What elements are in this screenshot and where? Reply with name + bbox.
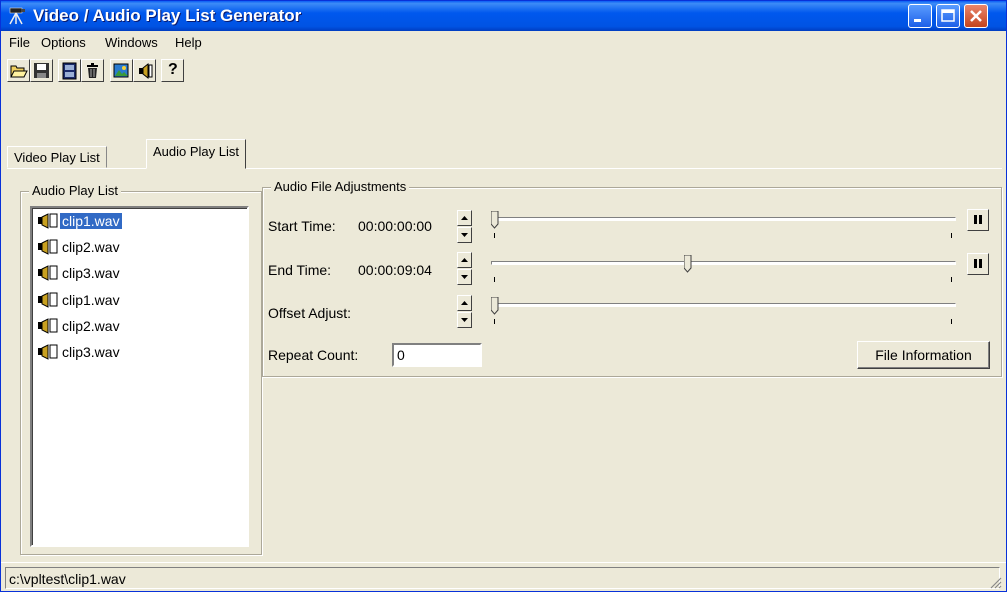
audio-file-icon bbox=[38, 292, 58, 308]
minimize-button[interactable] bbox=[908, 4, 932, 28]
audio-file-icon bbox=[38, 213, 58, 229]
arrow-down-icon bbox=[461, 233, 468, 237]
video-clip-icon bbox=[62, 62, 77, 80]
offset-slider[interactable] bbox=[491, 297, 956, 327]
spin-up-button[interactable] bbox=[457, 295, 472, 311]
audio-file-icon bbox=[38, 318, 58, 334]
menu-windows[interactable]: Windows bbox=[105, 35, 158, 50]
list-item[interactable]: clip1.wav bbox=[35, 211, 247, 231]
end-time-spinner[interactable] bbox=[457, 252, 472, 285]
adjustments-group-title: Audio File Adjustments bbox=[271, 179, 410, 194]
offset-adjust-label: Offset Adjust: bbox=[268, 305, 352, 321]
open-folder-icon bbox=[10, 65, 28, 78]
status-bar: c:\vpltest\clip1.wav bbox=[1, 562, 1006, 591]
end-pause-button[interactable] bbox=[967, 253, 989, 275]
arrow-down-icon bbox=[461, 275, 468, 279]
maximize-icon bbox=[941, 9, 955, 22]
repeat-count-input[interactable]: 0 bbox=[392, 343, 482, 367]
status-path: c:\vpltest\clip1.wav bbox=[5, 567, 1000, 589]
list-item-label: clip1.wav bbox=[60, 213, 122, 229]
help-button[interactable]: ? bbox=[161, 59, 184, 82]
open-button[interactable] bbox=[7, 59, 30, 82]
audio-button[interactable] bbox=[133, 59, 156, 82]
end-time-value[interactable]: 00:00:09:04 bbox=[358, 262, 432, 278]
audio-file-icon bbox=[38, 344, 58, 360]
slider-tick bbox=[494, 319, 495, 324]
tab-label: Audio Play List bbox=[153, 144, 239, 159]
repeat-count-label: Repeat Count: bbox=[268, 347, 359, 363]
menu-help[interactable]: Help bbox=[175, 35, 202, 50]
list-item[interactable]: clip3.wav bbox=[35, 263, 247, 283]
app-window: Video / Audio Play List Generator File O… bbox=[0, 0, 1007, 592]
spin-down-button[interactable] bbox=[457, 312, 472, 328]
spin-up-button[interactable] bbox=[457, 252, 472, 268]
slider-track bbox=[491, 261, 956, 265]
close-button[interactable] bbox=[964, 4, 988, 28]
delete-button[interactable] bbox=[81, 59, 104, 82]
maximize-button[interactable] bbox=[936, 4, 960, 28]
audio-file-icon bbox=[38, 265, 58, 281]
slider-thumb[interactable] bbox=[491, 297, 499, 315]
minimize-icon bbox=[914, 19, 921, 22]
start-time-label: Start Time: bbox=[268, 218, 336, 234]
arrow-up-icon bbox=[461, 258, 468, 262]
start-time-value[interactable]: 00:00:00:00 bbox=[358, 218, 432, 234]
start-pause-button[interactable] bbox=[967, 209, 989, 231]
slider-tick bbox=[951, 233, 952, 238]
window-title: Video / Audio Play List Generator bbox=[33, 6, 302, 25]
list-item[interactable]: clip2.wav bbox=[35, 316, 247, 336]
spin-up-button[interactable] bbox=[457, 210, 472, 226]
offset-spinner[interactable] bbox=[457, 295, 472, 328]
end-time-slider[interactable] bbox=[491, 255, 956, 285]
list-item[interactable]: clip3.wav bbox=[35, 342, 247, 362]
toolbar: ? bbox=[1, 54, 1006, 88]
close-icon bbox=[970, 10, 982, 22]
arrow-up-icon bbox=[461, 216, 468, 220]
arrow-down-icon bbox=[461, 318, 468, 322]
title-bar[interactable]: Video / Audio Play List Generator bbox=[1, 1, 1006, 31]
list-item-label: clip3.wav bbox=[62, 265, 120, 281]
slider-track bbox=[491, 303, 956, 307]
spin-down-button[interactable] bbox=[457, 227, 472, 243]
start-time-spinner[interactable] bbox=[457, 210, 472, 243]
picture-button[interactable] bbox=[110, 59, 133, 82]
audio-file-icon bbox=[38, 239, 58, 255]
menu-file[interactable]: File bbox=[9, 35, 30, 50]
list-item[interactable]: clip1.wav bbox=[35, 290, 247, 310]
list-item-label: clip1.wav bbox=[62, 292, 120, 308]
list-item[interactable]: clip2.wav bbox=[35, 237, 247, 257]
spin-down-button[interactable] bbox=[457, 269, 472, 285]
save-icon bbox=[34, 63, 49, 78]
camera-tripod-icon bbox=[7, 7, 27, 25]
start-time-slider[interactable] bbox=[491, 211, 956, 241]
tab-video-play-list[interactable]: Video Play List bbox=[7, 146, 107, 168]
list-item-label: clip3.wav bbox=[62, 344, 120, 360]
slider-tick bbox=[494, 233, 495, 238]
speaker-icon bbox=[139, 62, 153, 80]
list-item-label: clip2.wav bbox=[62, 239, 120, 255]
playlist-listbox[interactable]: clip1.wav clip2.wav clip3.wav clip1.wav … bbox=[30, 206, 249, 547]
picture-icon bbox=[113, 63, 129, 78]
slider-track bbox=[491, 217, 956, 221]
slider-thumb[interactable] bbox=[684, 255, 692, 273]
resize-grip-icon[interactable] bbox=[988, 575, 1002, 589]
file-information-button[interactable]: File Information bbox=[857, 341, 990, 369]
end-time-label: End Time: bbox=[268, 262, 332, 278]
menu-options[interactable]: Options bbox=[41, 35, 86, 50]
playlist-group-title: Audio Play List bbox=[29, 183, 121, 198]
list-item-label: clip2.wav bbox=[62, 318, 120, 334]
trash-icon bbox=[87, 63, 98, 78]
slider-tick bbox=[951, 319, 952, 324]
slider-tick bbox=[494, 277, 495, 282]
menu-bar: File Options Windows Help bbox=[1, 31, 1006, 53]
video-clip-button[interactable] bbox=[58, 59, 81, 82]
tab-label: Video Play List bbox=[14, 150, 100, 165]
help-icon: ? bbox=[168, 61, 178, 78]
slider-tick bbox=[951, 277, 952, 282]
save-button[interactable] bbox=[30, 59, 53, 82]
tab-audio-play-list[interactable]: Audio Play List bbox=[146, 139, 246, 169]
slider-thumb[interactable] bbox=[491, 211, 499, 229]
arrow-up-icon bbox=[461, 301, 468, 305]
